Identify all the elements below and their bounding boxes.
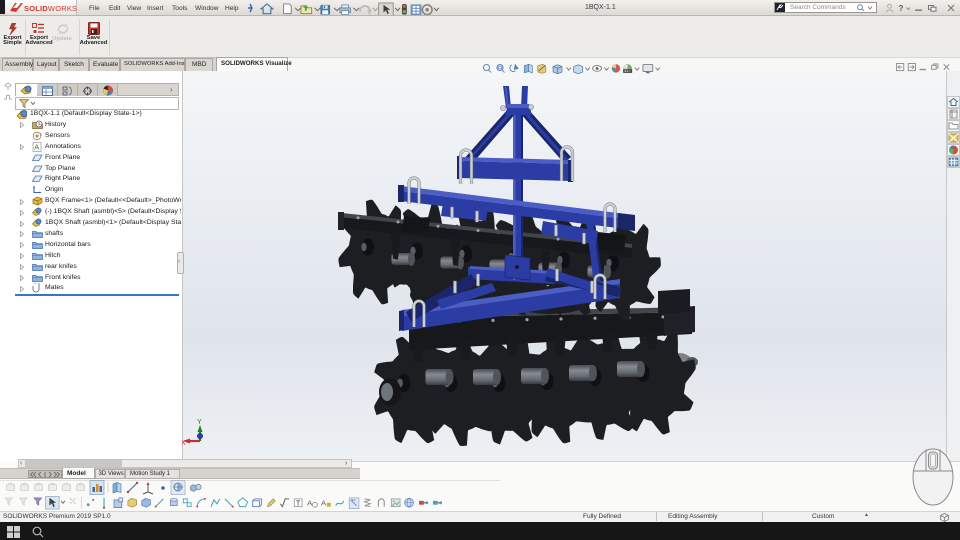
svg-text:A: A (307, 498, 313, 507)
svg-text:X: X (182, 440, 186, 447)
svg-text:?: ? (899, 4, 904, 13)
svg-text:Y: Y (197, 419, 202, 426)
svg-text:A: A (321, 498, 327, 507)
svg-text:A: A (34, 142, 39, 151)
